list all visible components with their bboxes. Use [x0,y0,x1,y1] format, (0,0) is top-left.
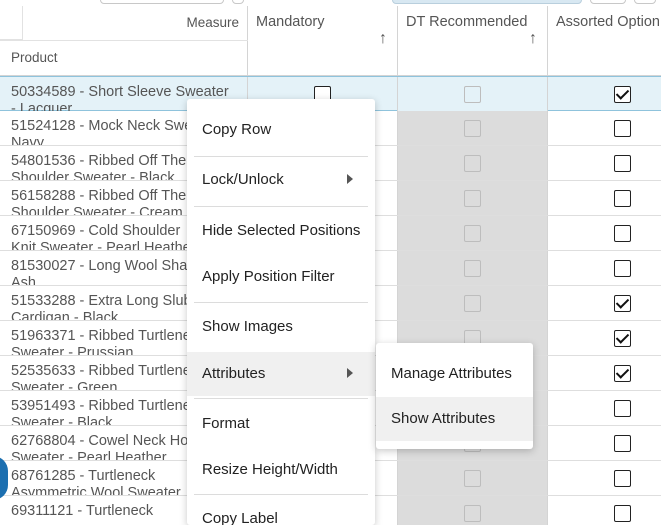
dt-recommended-cell [398,77,548,111]
checkbox[interactable] [614,330,631,347]
menu-item-show-attributes[interactable]: Show Attributes [376,397,533,441]
product-name: 81530027 - Long Wool Shawl [11,258,201,274]
menu-item-lock-unlock[interactable]: Lock/Unlock [187,158,375,202]
menu-item-show-images[interactable]: Show Images [187,305,375,349]
dt-recommended-cell [398,181,548,215]
checkbox[interactable] [614,190,631,207]
column-header-label: Mandatory [256,14,325,30]
assorted-option-cell [548,356,661,390]
column-header-label: Assorted Option [556,14,660,30]
checkbox[interactable] [464,155,481,172]
menu-item-manage-attributes[interactable]: Manage Attributes [376,352,533,396]
checkbox[interactable] [464,295,481,312]
assorted-option-cell [548,216,661,250]
assorted-option-cell [548,461,661,495]
assorted-option-cell [548,77,661,111]
dt-recommended-cell [398,461,548,495]
dt-recommended-cell [398,146,548,180]
menu-item-copy-row[interactable]: Copy Row [187,108,375,152]
menu-item-copy-label[interactable]: Copy Label [187,497,375,525]
top-toolbar-edge [0,0,661,5]
assorted-option-cell [548,146,661,180]
checkbox[interactable] [614,435,631,452]
product-name: 69311121 - Turtleneck [11,503,154,519]
toolbar-tab-active[interactable] [392,0,582,4]
checkbox[interactable] [614,470,631,487]
product-name: 56158288 - Ribbed Off The [11,188,187,204]
product-name: 67150969 - Cold Shoulder [11,223,181,239]
assorted-option-cell [548,181,661,215]
menu-item-hide-selected-positions[interactable]: Hide Selected Positions [187,209,375,253]
checkbox[interactable] [614,365,631,382]
checkbox[interactable] [464,505,481,522]
measure-label: Measure [186,15,239,30]
column-header-mandatory[interactable]: Mandatory ↑ [248,6,398,76]
assorted-option-cell [548,321,661,355]
assorted-option-cell [548,286,661,320]
dt-recommended-cell [398,251,548,285]
checkbox[interactable] [464,190,481,207]
assorted-option-cell [548,426,661,460]
column-header-assorted-option[interactable]: Assorted Option [548,6,661,76]
toolbar-tab[interactable] [590,0,626,4]
dt-recommended-cell [398,111,548,145]
checkbox[interactable] [614,400,631,417]
product-name: 53951493 - Ribbed Turtleneck [11,398,206,414]
checkbox[interactable] [614,120,631,137]
checkbox[interactable] [464,120,481,137]
sort-ascending-icon[interactable]: ↑ [379,30,387,48]
product-label: Product [11,50,58,65]
product-name: 51533288 - Extra Long Slub [11,293,192,309]
toolbar-tab[interactable] [232,0,244,4]
menu-separator [194,156,368,157]
checkbox[interactable] [614,155,631,172]
checkbox[interactable] [464,225,481,242]
checkbox[interactable] [464,86,481,103]
dt-recommended-cell [398,286,548,320]
assorted-option-cell [548,111,661,145]
product-name: 68761285 - Turtleneck [11,468,156,484]
product-name: 52535633 - Ribbed Turtleneck [11,363,206,379]
product-name: 54801536 - Ribbed Off The [11,153,187,169]
chevron-right-icon [347,368,353,378]
product-name: 62768804 - Cowel Neck Hoodie [11,433,216,449]
chevron-right-icon [347,174,353,184]
menu-item-attributes[interactable]: Attributes [187,352,375,396]
checkbox[interactable] [614,260,631,277]
product-name: 51963371 - Ribbed Turtleneck [11,328,206,344]
sort-ascending-icon[interactable]: ↑ [529,30,537,48]
product-name: 50334589 - Short Sleeve Sweater [11,84,229,100]
menu-item-resize-height-width[interactable]: Resize Height/Width [187,448,375,492]
assorted-option-cell [548,496,661,525]
menu-separator [194,494,368,495]
menu-item-format[interactable]: Format [187,402,375,446]
checkbox[interactable] [614,505,631,522]
toolbar-tab[interactable] [100,0,224,4]
assorted-option-cell [548,391,661,425]
corner-cell [0,6,23,40]
checkbox[interactable] [614,86,631,103]
menu-separator [194,302,368,303]
dt-recommended-cell [398,496,548,525]
column-header-label: DT Recommended [406,14,528,30]
checkbox[interactable] [464,470,481,487]
dt-recommended-cell [398,216,548,250]
toolbar-tab[interactable] [634,0,656,4]
menu-separator [194,206,368,207]
menu-item-apply-position-filter[interactable]: Apply Position Filter [187,255,375,299]
checkbox[interactable] [464,260,481,277]
checkbox[interactable] [614,295,631,312]
context-menu: Copy Row Lock/Unlock Hide Selected Posit… [187,99,375,525]
column-header-dt-recommended[interactable]: DT Recommended ↑ [398,6,548,76]
checkbox[interactable] [614,225,631,242]
attributes-submenu: Manage Attributes Show Attributes [376,343,533,449]
row-header-area: Measure Product [0,6,248,76]
menu-separator [194,398,368,399]
assorted-option-cell [548,251,661,285]
